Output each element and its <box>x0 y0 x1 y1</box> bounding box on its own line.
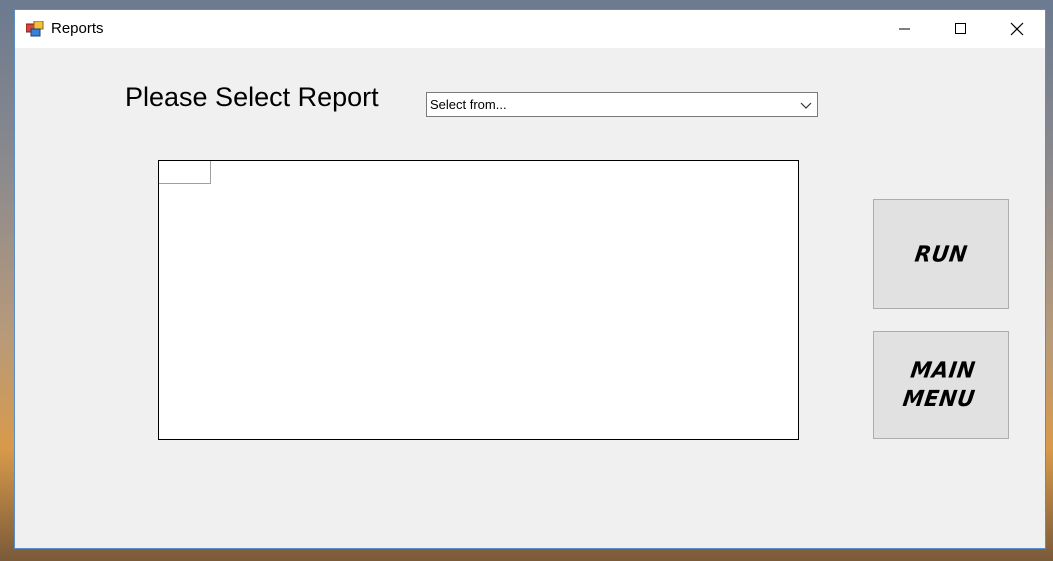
grid-corner-header[interactable] <box>159 161 211 184</box>
window-title: Reports <box>51 20 104 37</box>
forms-app-icon <box>26 21 44 37</box>
maximize-icon <box>955 23 966 34</box>
main-menu-button[interactable]: MAIN MENU <box>873 331 1009 439</box>
report-select-value: Select from... <box>430 97 507 112</box>
report-grid[interactable] <box>158 160 799 440</box>
close-icon <box>1010 22 1024 36</box>
main-menu-button-label: MAIN MENU <box>901 357 978 412</box>
maximize-button[interactable] <box>933 10 989 48</box>
minimize-icon <box>899 28 910 30</box>
title-bar[interactable]: Reports <box>15 10 1045 48</box>
minimize-button[interactable] <box>877 10 933 48</box>
report-select-dropdown[interactable]: Select from... <box>426 92 818 117</box>
close-button[interactable] <box>989 10 1045 48</box>
run-button[interactable]: RUN <box>873 199 1009 309</box>
run-button-label: RUN <box>913 240 970 267</box>
select-report-label: Please Select Report <box>125 82 379 112</box>
reports-window: Reports Please Select Report Select from… <box>14 9 1046 549</box>
chevron-down-icon[interactable] <box>799 98 813 112</box>
